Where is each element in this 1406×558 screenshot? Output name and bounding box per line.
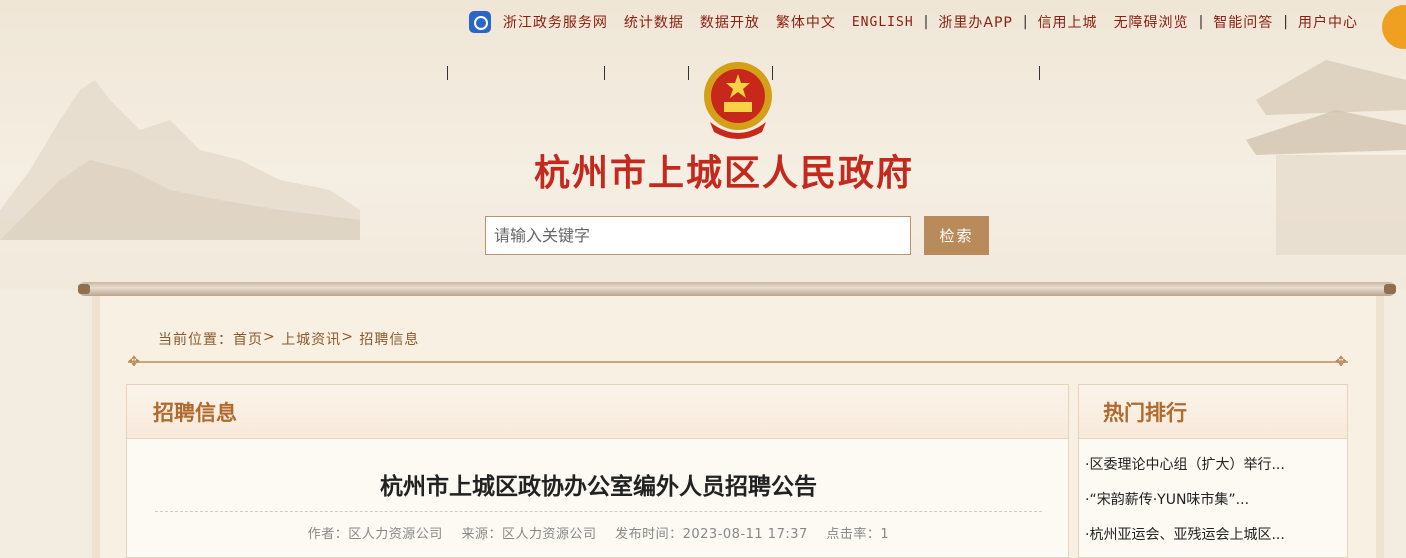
- nav-statistics[interactable]: 统计数据: [616, 12, 692, 32]
- list-item[interactable]: ·杭州亚运会、亚残运会上城区...: [1085, 521, 1347, 556]
- nav-separator: |: [1283, 14, 1288, 30]
- article-author: 作者：区人力资源公司: [307, 527, 443, 542]
- breadcrumb-news[interactable]: 上城资讯: [281, 329, 341, 349]
- national-emblem-icon: [704, 62, 772, 139]
- list-item[interactable]: ·“宋韵薪传·YUN味市集”...: [1085, 486, 1347, 521]
- nav-zhejiang-gov-service[interactable]: 浙江政务服务网: [495, 12, 616, 32]
- hot-ranking-panel: 热门排行 ·区委理论中心组（扩大）举行... ·“宋韵薪传·YUN味市集”...…: [1078, 384, 1348, 558]
- nav-smart-qa[interactable]: 智能问答: [1205, 12, 1281, 32]
- nav-credit[interactable]: 信用上城: [1030, 12, 1106, 32]
- article-divider: [155, 511, 1042, 512]
- decorative-divider: [128, 361, 1348, 363]
- list-item[interactable]: ·区委理论中心组（扩大）举行...: [1085, 451, 1347, 486]
- nav-separator: |: [1022, 14, 1028, 30]
- nav-open-data[interactable]: 数据开放: [692, 12, 768, 32]
- nav-traditional-chinese[interactable]: 繁体中文: [768, 12, 844, 32]
- article-publish-time: 发布时间：2023-08-11 17:37: [615, 527, 808, 542]
- main-panel: 招聘信息 杭州市上城区政协办公室编外人员招聘公告 作者：区人力资源公司 来源：区…: [126, 384, 1069, 558]
- article-meta: 作者：区人力资源公司 来源：区人力资源公司 发布时间：2023-08-11 17…: [127, 523, 1070, 542]
- search-input[interactable]: [485, 216, 911, 255]
- breadcrumb-prefix: 当前位置：: [158, 332, 233, 348]
- zhejiang-gov-service-icon: [468, 11, 491, 33]
- nav-zheliban-app[interactable]: 浙里办APP: [930, 12, 1020, 32]
- breadcrumb-home[interactable]: 首页: [233, 329, 263, 349]
- breadcrumb: 当前位置： 首页 > 上城资讯 > 招聘信息: [158, 329, 419, 349]
- breadcrumb-recruitment[interactable]: 招聘信息: [359, 329, 419, 349]
- nav-separator: |: [923, 14, 929, 30]
- divider-ornament-icon: ✥: [1335, 354, 1347, 370]
- search-button[interactable]: 检索: [924, 216, 989, 255]
- breadcrumb-separator: >: [341, 329, 360, 345]
- pavilion-illustration: [1246, 60, 1406, 255]
- divider-ornament-icon: ✥: [128, 354, 140, 370]
- hot-ranking-list: ·区委理论中心组（扩大）举行... ·“宋韵薪传·YUN味市集”... ·杭州亚…: [1079, 439, 1347, 556]
- top-navigation: 浙江政务服务网 统计数据 数据开放 繁体中文 ENGLISH | 浙里办APP …: [468, 10, 1366, 34]
- breadcrumb-separator: >: [263, 329, 282, 345]
- site-title: 杭州市上城区人民政府: [534, 152, 915, 194]
- nav-english[interactable]: ENGLISH: [844, 15, 922, 30]
- nav-user-center[interactable]: 用户中心: [1290, 12, 1366, 32]
- article-title: 杭州市上城区政协办公室编外人员招聘公告: [380, 474, 817, 500]
- scroll-rod-decoration: [78, 282, 1396, 296]
- mountain-landscape-illustration: [0, 80, 360, 240]
- nav-separator: |: [1198, 14, 1204, 30]
- article-source: 来源：区人力资源公司: [461, 527, 597, 542]
- section-title: 招聘信息: [127, 385, 1068, 439]
- article-clicks: 点击率：1: [826, 527, 890, 542]
- nav-accessibility[interactable]: 无障碍浏览: [1106, 12, 1197, 32]
- hot-ranking-title: 热门排行: [1079, 385, 1347, 439]
